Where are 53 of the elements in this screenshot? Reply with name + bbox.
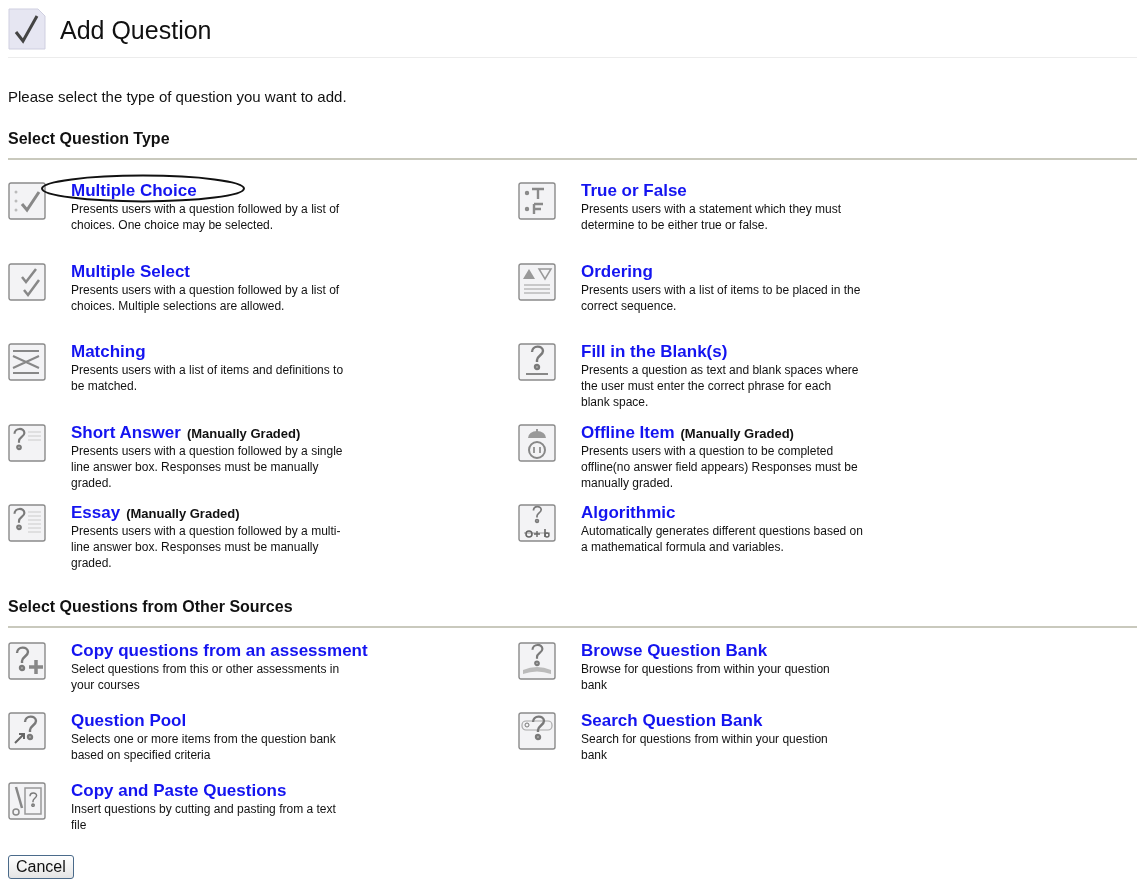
page-title: Add Question — [60, 15, 212, 45]
question-type-description: Presents users with a statement which they must determine to be either true or false. — [581, 201, 843, 233]
question-type-link[interactable]: Copy questions from an assessment — [71, 640, 368, 661]
question-type-description: Selects one or more items from the question bank based on specified criteria — [71, 730, 337, 763]
question-type-description: Presents users with a question followed by a list of choices. One choice may be selected. — [71, 201, 341, 233]
question-type-description: Presents users with a question followed by a multi-line answer box. Responses must be manually graded. — [71, 523, 342, 571]
offline-icon — [518, 423, 556, 462]
intro-text: Please select the type of question you want to add. — [8, 88, 348, 105]
checkmark-page-icon — [8, 7, 46, 50]
pool-icon — [8, 711, 46, 750]
grading-note: (Manually Graded) — [186, 425, 301, 441]
question-type-description: Search for questions from within your question bank — [581, 730, 829, 763]
question-type-link[interactable]: Question Pool — [71, 710, 187, 731]
question-type-description: Presents users with a question followed by a list of choices. Multiple selections are allowed. — [71, 281, 341, 314]
grading-note: (Manually Graded) — [680, 425, 794, 441]
question-type-link[interactable]: Essay — [71, 503, 121, 523]
question-type-description: Browse for questions from within your question bank — [581, 660, 831, 693]
browse-bank-icon — [518, 641, 556, 680]
question-type-link[interactable]: Fill in the Blank(s) — [581, 342, 728, 362]
question-type-link[interactable]: Algorithmic — [581, 503, 676, 523]
question-type-description: Select questions from this or other assessments in your courses — [71, 660, 341, 693]
question-type-description: Insert questions by cutting and pasting from a text file — [71, 800, 337, 833]
multiple-choice-icon — [8, 182, 46, 220]
paste-icon — [8, 781, 46, 820]
question-type-description: Presents a question as text and blank spaces where the user must enter the correct phrase for each blank space. — [581, 362, 860, 410]
question-type-link[interactable]: Copy and Paste Questions — [71, 780, 287, 801]
section-heading: Select Questions from Other Sources — [8, 597, 1137, 628]
ordering-icon — [518, 262, 556, 301]
question-type-description: Presents users with a list of items to be placed in the correct sequence. — [581, 281, 862, 314]
question-type-description: Automatically generates different questions based on a mathematical formula and variables. — [581, 523, 863, 555]
question-type-link[interactable]: Browse Question Bank — [581, 640, 768, 661]
question-type-link[interactable]: Ordering — [581, 261, 653, 282]
cancel-button[interactable]: Cancel — [8, 854, 74, 879]
question-type-description: Presents users with a list of items and definitions to be matched. — [71, 362, 345, 394]
question-type-link[interactable]: Short Answer — [71, 422, 181, 443]
question-type-link[interactable]: Matching — [71, 342, 146, 362]
question-type-link[interactable]: Offline Item — [581, 422, 675, 443]
matching-icon — [8, 343, 46, 381]
multiple-select-icon — [8, 262, 46, 301]
question-type-link[interactable]: Search Question Bank — [581, 710, 763, 731]
question-type-link[interactable]: Multiple Select — [71, 261, 191, 282]
short-answer-icon — [8, 423, 46, 462]
question-type-description: Presents users with a question followed by a single line answer box. Responses must be manually graded. — [71, 442, 344, 491]
section-heading: Select Question Type — [8, 130, 1137, 160]
essay-icon — [8, 504, 46, 542]
question-type-description: Presents users with a question to be completed offline(no answer field appears) Responses must be manually graded. — [581, 442, 859, 491]
grading-note: (Manually Graded) — [126, 506, 240, 521]
algorithmic-icon — [518, 504, 556, 542]
fill-blank-icon — [518, 343, 556, 381]
question-type-link[interactable]: True or False — [581, 181, 687, 201]
true-false-icon — [518, 182, 556, 220]
search-bank-icon — [518, 711, 556, 750]
copy-assessment-icon — [8, 641, 46, 680]
